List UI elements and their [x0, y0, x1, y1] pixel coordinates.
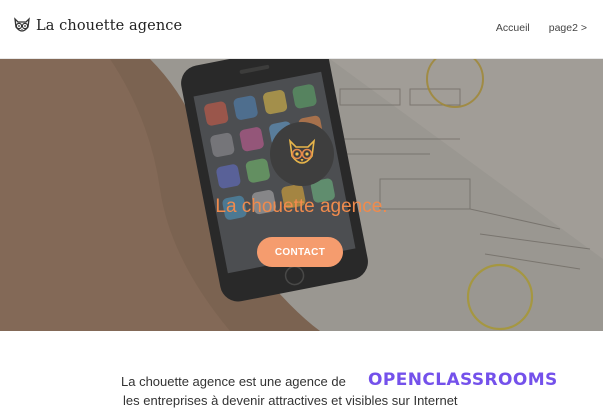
hero-title: La chouette agence. [215, 196, 388, 217]
hero-owl-badge [270, 122, 334, 186]
site-header: La chouette agence Accueil page2 > [0, 0, 603, 59]
openclassrooms-logo: OPENCLASSROOMS [368, 370, 558, 390]
intro-line-1: La chouette agence est une agence de [121, 374, 346, 389]
hero-overlay [0, 59, 603, 331]
brand-link[interactable]: La chouette agence [12, 15, 182, 37]
nav-link-accueil[interactable]: Accueil [496, 22, 530, 34]
owl-icon [288, 138, 316, 164]
owl-logo-icon [14, 17, 30, 32]
main-nav: Accueil page2 > [496, 22, 587, 34]
nav-link-page2[interactable]: page2 > [549, 22, 587, 34]
hero-banner: La chouette agence. CONTACT [0, 59, 603, 331]
brand-name: La chouette agence [36, 18, 183, 34]
contact-button[interactable]: CONTACT [257, 237, 343, 267]
openclassrooms-badge: OPENCLASSROOMS [368, 368, 593, 392]
